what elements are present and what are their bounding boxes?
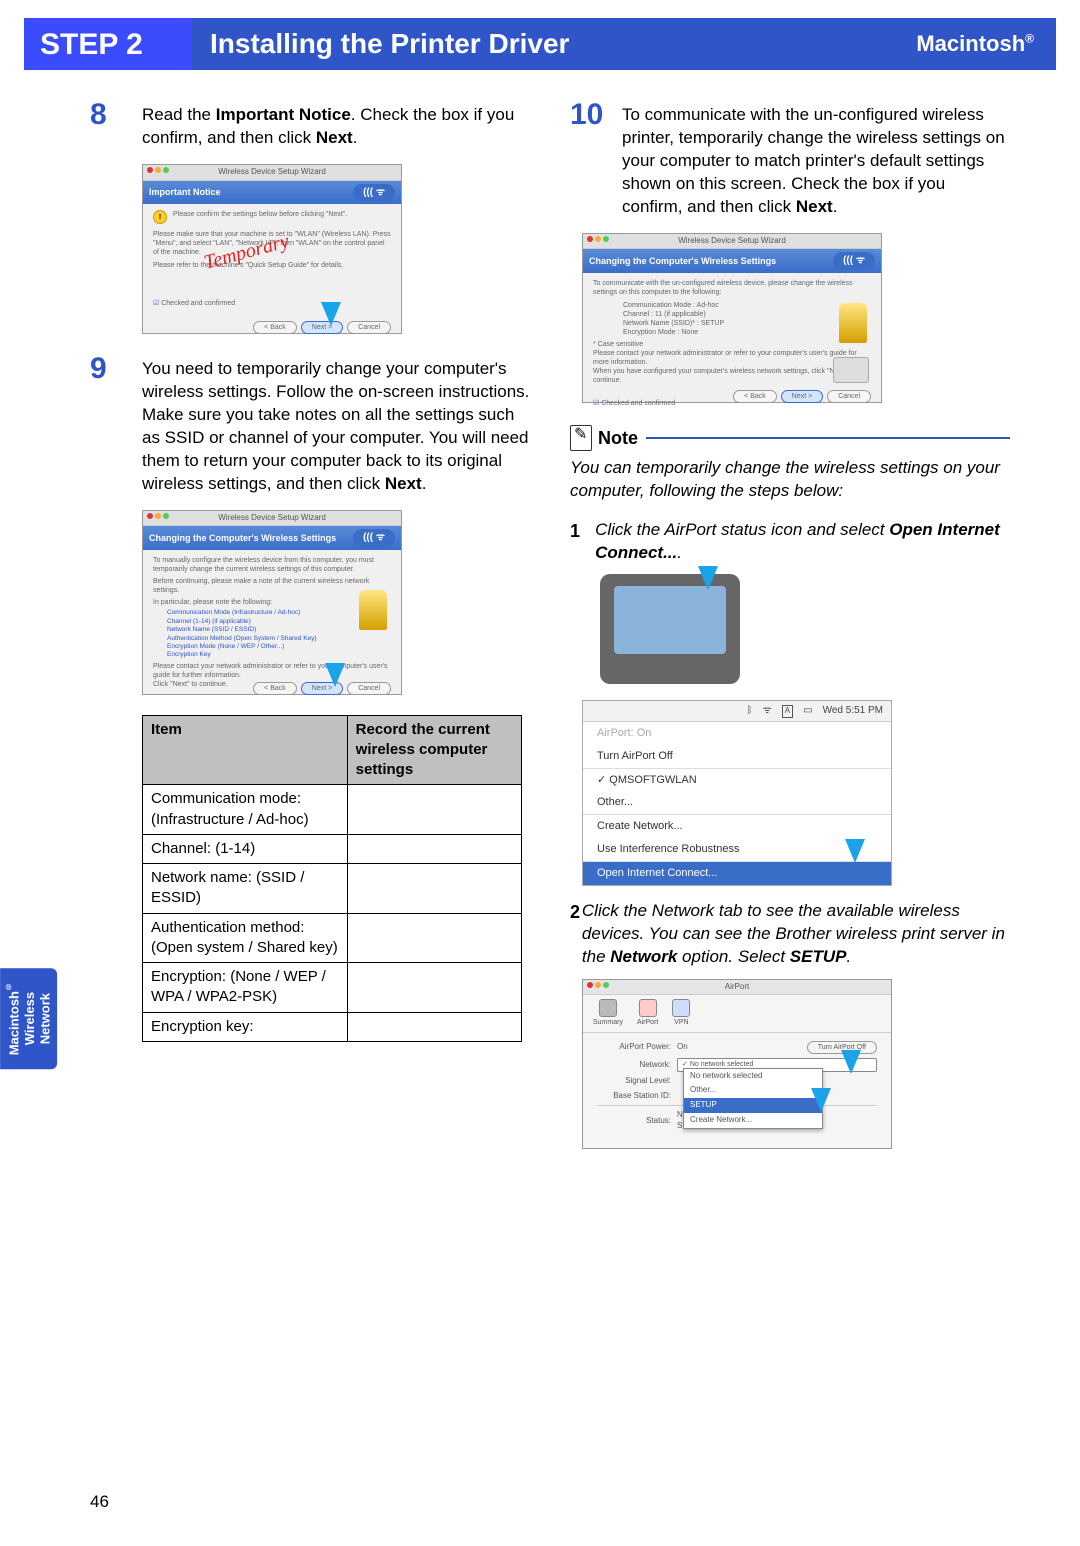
arrow-cursor-icon: [321, 302, 341, 326]
next-button: Next >: [781, 390, 823, 403]
menu-item: Create Network...: [583, 815, 891, 838]
key-icon: [839, 303, 867, 343]
table-header-item: Item: [143, 715, 348, 785]
screenshot-airport-window: AirPort Summary AirPort VPN AirPort Powe…: [582, 979, 892, 1149]
step-box: STEP 2: [24, 18, 192, 70]
tab-summary: Summary: [593, 999, 623, 1027]
platform-label: Macintosh®: [916, 29, 1034, 59]
screenshot-change-settings-1: Wireless Device Setup Wizard Changing th…: [142, 510, 402, 695]
table-header-record: Record the current wireless computer set…: [347, 715, 521, 785]
right-column: 10 To communicate with the un-configured…: [570, 100, 1010, 1149]
note-header: Note: [570, 425, 1010, 451]
menu-item-open-internet-connect: Open Internet Connect...: [583, 862, 891, 885]
dialog-heading: Important Notice ((( ᯤ: [143, 181, 401, 205]
summary-icon: [599, 999, 617, 1017]
arrow-cursor-icon: [845, 839, 865, 863]
screenshot-change-settings-2: Wireless Device Setup Wizard Changing th…: [582, 233, 882, 403]
traffic-lights-icon: [587, 982, 609, 988]
traffic-lights-icon: [147, 167, 169, 173]
back-button: < Back: [253, 682, 297, 695]
menu-item: AirPort: On: [583, 722, 891, 745]
confirm-checkbox: Checked and confirmed: [153, 299, 391, 308]
note-label: Note: [598, 426, 638, 450]
step-10: 10 To communicate with the un-configured…: [570, 100, 1010, 219]
warning-icon: !: [153, 210, 167, 224]
cancel-button: Cancel: [347, 321, 391, 334]
menu-item: Turn AirPort Off: [583, 745, 891, 768]
arrow-cursor-icon: [325, 663, 345, 687]
table-row: Communication mode: (Infrastructure / Ad…: [143, 785, 522, 835]
step-number: 2: [126, 28, 143, 61]
menu-item: Other...: [583, 791, 891, 814]
step-10-text: To communicate with the un-configured wi…: [622, 100, 1010, 219]
page-title: Installing the Printer Driver: [210, 25, 569, 63]
screenshot-airport-menu: ᛒ ᯤ A ▭ Wed 5:51 PM AirPort: On Turn Air…: [582, 700, 892, 885]
arrow-cursor-icon: [841, 1050, 861, 1074]
tab-airport: AirPort: [637, 999, 658, 1027]
vpn-icon: [672, 999, 690, 1017]
page-header: STEP 2 Installing the Printer Driver Mac…: [24, 18, 1056, 70]
traffic-lights-icon: [587, 236, 609, 242]
table-row: Encryption: (None / WEP / WPA / WPA2-PSK…: [143, 963, 522, 1013]
wifi-icon: ((( ᯤ: [833, 252, 875, 270]
step-number-8: 8: [90, 100, 142, 150]
wifi-icon: ((( ᯤ: [353, 184, 395, 202]
airport-icon: [639, 999, 657, 1017]
note-rule: [646, 437, 1010, 439]
page-number: 46: [90, 1491, 109, 1514]
step-9-text: You need to temporarily change your comp…: [142, 354, 530, 496]
arrow-cursor-icon: [811, 1088, 831, 1112]
arrow-cursor-icon: [698, 566, 718, 590]
cancel-button: Cancel: [347, 682, 391, 695]
bluetooth-icon: ᛒ: [747, 704, 753, 718]
step-label: STEP: [40, 28, 118, 61]
note-icon: [570, 425, 592, 451]
step-number-10: 10: [570, 100, 622, 219]
window-titlebar: Wireless Device Setup Wizard: [143, 165, 401, 181]
back-button: < Back: [253, 321, 297, 334]
table-row: Channel: (1-14): [143, 834, 522, 863]
network-dropdown-list: No network selected Other... SETUP Creat…: [683, 1068, 823, 1129]
device-illustration: [600, 574, 740, 684]
menu-item: QMSOFTGWLAN: [583, 769, 891, 792]
settings-table: Item Record the current wireless compute…: [142, 715, 522, 1042]
table-row: Authentication method: (Open system / Sh…: [143, 913, 522, 963]
note-body: You can temporarily change the wireless …: [570, 457, 1010, 503]
keyboard-icon: A: [782, 705, 793, 718]
table-row: Network name: (SSID / ESSID): [143, 864, 522, 914]
side-tab: Macintosh® Wireless Network: [0, 968, 57, 1069]
traffic-lights-icon: [147, 513, 169, 519]
table-row: Encryption key:: [143, 1012, 522, 1041]
step-number-9: 9: [90, 354, 142, 496]
tab-vpn: VPN: [672, 999, 690, 1027]
left-column: 8 Read the Important Notice. Check the b…: [90, 100, 530, 1149]
step-8: 8 Read the Important Notice. Check the b…: [90, 100, 530, 150]
key-icon: [359, 590, 387, 630]
wifi-icon: ((( ᯤ: [353, 529, 395, 547]
note-substep-1: 1 Click the AirPort status icon and sele…: [570, 519, 1010, 565]
printer-icon: [833, 357, 869, 383]
wifi-icon: ᯤ: [763, 704, 772, 718]
step-8-text: Read the Important Notice. Check the box…: [142, 100, 530, 150]
dropdown-item-setup: SETUP: [684, 1098, 822, 1113]
cancel-button: Cancel: [827, 390, 871, 403]
clock: Wed 5:51 PM: [823, 704, 883, 718]
step-9: 9 You need to temporarily change your co…: [90, 354, 530, 496]
note-substep-2: 2 Click the Network tab to see the avail…: [570, 900, 1010, 969]
battery-icon: ▭: [803, 704, 812, 718]
back-button: < Back: [733, 390, 777, 403]
screenshot-important-notice: Wireless Device Setup Wizard Important N…: [142, 164, 402, 334]
title-bar: Installing the Printer Driver Macintosh®: [192, 18, 1056, 70]
